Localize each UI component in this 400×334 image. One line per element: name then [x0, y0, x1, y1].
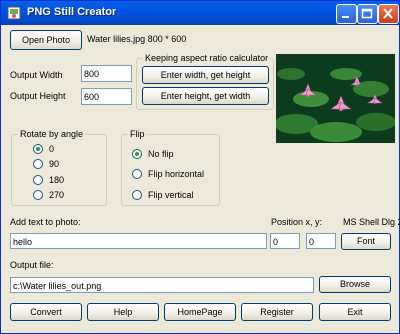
minimize-button[interactable]: [336, 4, 357, 24]
output-width-field[interactable]: 800: [81, 65, 132, 82]
rotate-180-label: 180: [49, 175, 65, 185]
radio-selected-icon: [132, 149, 142, 159]
font-name: MS Shell Dlg 2: [343, 217, 400, 227]
radio-icon: [33, 175, 43, 185]
rotate-0-radio[interactable]: 0: [33, 144, 54, 154]
position-y-field[interactable]: 0: [306, 233, 336, 249]
radio-icon: [33, 190, 43, 200]
position-label: Position x, y:: [271, 217, 323, 227]
no-flip-radio[interactable]: No flip: [132, 149, 174, 159]
close-button[interactable]: [378, 4, 399, 24]
minimize-icon: [342, 16, 349, 18]
output-file-label: Output file:: [10, 260, 54, 270]
browse-button[interactable]: Browse: [319, 276, 391, 293]
rotate-270-label: 270: [49, 190, 65, 200]
add-text-label: Add text to photo:: [10, 217, 81, 227]
close-icon: [383, 8, 393, 19]
width-get-height-button[interactable]: Enter width, get height: [142, 66, 269, 84]
output-width-label: Output Width: [10, 70, 63, 80]
photo-preview: [276, 54, 395, 143]
flip-horizontal-radio[interactable]: Flip horizontal: [132, 169, 204, 179]
position-x-field[interactable]: 0: [270, 233, 300, 249]
help-button[interactable]: Help: [87, 303, 159, 321]
open-photo-button[interactable]: Open Photo: [10, 30, 82, 50]
rotate-group: Rotate by angle 0 90 180 270: [11, 129, 107, 206]
aspect-ratio-group-title: Keeping aspect ratio calculator: [143, 53, 271, 63]
no-flip-label: No flip: [148, 149, 174, 159]
flip-group: Flip No flip Flip horizontal Flip vertic…: [121, 129, 220, 206]
window-title: PNG Still Creator: [27, 6, 117, 18]
rotate-90-label: 90: [49, 159, 60, 169]
flip-horizontal-label: Flip horizontal: [148, 169, 205, 179]
homepage-button[interactable]: HomePage: [164, 303, 236, 321]
flip-vertical-label: Flip vertical: [148, 190, 194, 200]
radio-icon: [132, 169, 142, 179]
rotate-90-radio[interactable]: 90: [33, 159, 59, 169]
rotate-180-radio[interactable]: 180: [33, 175, 64, 185]
radio-icon: [132, 190, 142, 200]
rotate-group-title: Rotate by angle: [18, 129, 86, 139]
app-window: PNG Still Creator Open Photo Water lilie…: [0, 0, 400, 334]
height-get-width-button[interactable]: Enter height, get width: [142, 87, 269, 105]
client-area: Open Photo Water lilies.jpg 800 * 600 Ou…: [5, 27, 400, 329]
flip-group-title: Flip: [128, 129, 147, 139]
radio-icon: [33, 159, 43, 169]
maximize-button[interactable]: [357, 4, 378, 24]
add-text-field[interactable]: hello: [10, 233, 267, 249]
output-height-label: Output Height: [10, 91, 66, 101]
file-info: Water lilies.jpg 800 * 600: [87, 34, 187, 44]
maximize-icon: [361, 8, 373, 19]
convert-button[interactable]: Convert: [10, 303, 82, 321]
radio-selected-icon: [33, 144, 43, 154]
font-button[interactable]: Font: [341, 233, 391, 250]
png-icon: [7, 6, 21, 20]
output-height-field[interactable]: 600: [81, 88, 132, 105]
rotate-270-radio[interactable]: 270: [33, 190, 64, 200]
exit-button[interactable]: Exit: [319, 303, 391, 321]
aspect-ratio-group: Keeping aspect ratio calculator Enter wi…: [136, 53, 274, 110]
flip-vertical-radio[interactable]: Flip vertical: [132, 190, 194, 200]
rotate-0-label: 0: [49, 144, 55, 154]
register-button[interactable]: Register: [241, 303, 313, 321]
title-bar[interactable]: PNG Still Creator: [1, 1, 399, 25]
output-file-field[interactable]: c:\Water lilies_out.png: [10, 277, 314, 293]
